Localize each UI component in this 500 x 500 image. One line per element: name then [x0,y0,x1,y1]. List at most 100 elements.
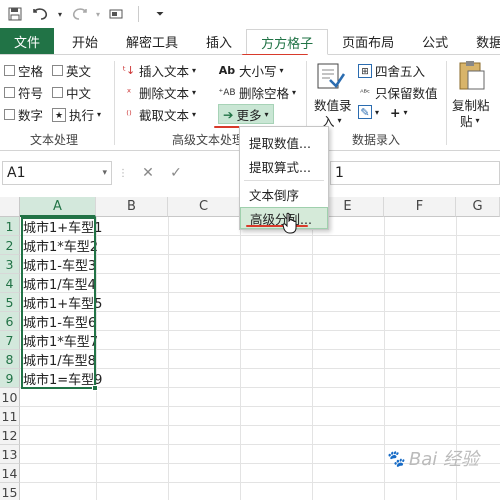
column-header-f[interactable]: F [384,197,456,217]
redo-dropdown-icon[interactable]: ▾ [94,3,102,25]
checkbox-box [52,87,63,98]
chevron-down-icon: ▾ [97,110,102,119]
row-header[interactable]: 5 [0,293,20,312]
row-header[interactable]: 13 [0,445,20,464]
fill-handle[interactable] [92,385,98,391]
gridline [20,406,500,407]
checkbox-english-label: 英文 [66,64,92,79]
checkbox-english[interactable]: 英文 [52,61,91,80]
extract-text-button[interactable]: ⁽⁾ 截取文本 ▾ [122,105,196,124]
checkbox-chinese[interactable]: 中文 [52,83,91,102]
delete-space-label: 删除空格 [239,86,290,101]
chevron-down-icon: ▾ [192,88,197,97]
gridline [168,217,169,500]
formula-bar-dots-icon: ⋮ [118,167,128,179]
checkbox-box [4,109,15,120]
column-header-a[interactable]: A [20,197,96,217]
row-header[interactable]: 3 [0,255,20,274]
gridline [20,425,500,426]
watermark-text: Bai 经验 [408,449,480,470]
insert-text-label: 插入文本 [139,64,190,79]
checkbox-number[interactable]: 数字 [4,105,43,124]
row-header[interactable]: 10 [0,388,20,407]
save-icon[interactable] [4,3,26,25]
row-header[interactable]: 8 [0,350,20,369]
mouse-cursor-icon [282,212,298,234]
tab-fangfang-grid[interactable]: 方方格子 [246,29,329,55]
row-header[interactable]: 6 [0,312,20,331]
row-header[interactable]: 2 [0,236,20,255]
row-header[interactable]: 15 [0,483,20,500]
execute-button[interactable]: ★ 执行 ▾ [52,105,101,124]
menu-separator [244,180,324,181]
chevron-down-icon: ▾ [264,109,269,119]
keep-value-button[interactable]: ᴬᴮᶜ 只保留数值 [358,83,437,102]
checkbox-chinese-label: 中文 [66,86,92,101]
edit-icon: ✎ [358,105,372,119]
tab-data[interactable]: 数据 [462,28,500,54]
column-header-b[interactable]: B [96,197,168,217]
row-header[interactable]: 11 [0,407,20,426]
row-header[interactable]: 14 [0,464,20,483]
row-header[interactable]: 1 [0,217,20,236]
round-button[interactable]: ⊞ 四舍五入 [358,61,425,80]
chevron-down-icon: ▾ [192,110,197,119]
watermark: 🐾 Bai 经验 [385,445,479,471]
select-all-corner[interactable] [0,197,20,217]
tab-formulas[interactable]: 公式 [408,28,462,54]
row-header[interactable]: 9 [0,369,20,388]
menu-item-extract-formula[interactable]: 提取算式... [240,155,328,177]
checkbox-number-label: 数字 [18,108,44,123]
ribbon-tabs: 文件 开始 解密工具 插入 方方格子 页面布局 公式 数据 [0,28,500,55]
chevron-down-icon: ▾ [375,107,380,117]
clipboard-icon[interactable] [456,59,486,91]
spreadsheet-grid[interactable]: A B C D E F G 1 2 3 4 5 6 7 8 9 10 11 12… [0,197,500,500]
checkbox-symbol[interactable]: 符号 [4,83,43,102]
delete-text-label: 删除文本 [139,86,190,101]
case-button[interactable]: Ab 大小写 ▾ [218,61,284,80]
plus-label: + [390,105,401,120]
redo-icon[interactable] [68,3,90,25]
group-label-data-entry: 数据录入 [352,133,401,147]
tab-insert[interactable]: 插入 [192,28,246,54]
row-header[interactable]: 4 [0,274,20,293]
column-header-c[interactable]: C [168,197,240,217]
gridline [20,482,500,483]
tab-page-layout[interactable]: 页面布局 [328,28,408,54]
spreadsheet-app: ▾ ▾ ⏷ 文件 开始 解密工具 插入 方方格子 页面布局 公式 数据 空格 英… [0,0,500,500]
undo-icon[interactable] [30,3,52,25]
delete-text-icon: ˣ [126,85,132,99]
tab-decrypt-tools[interactable]: 解密工具 [112,28,192,54]
round-label: 四舍五入 [375,64,426,79]
more-commands-icon[interactable]: ⏷ [149,3,171,25]
formula-value: 1 [335,165,344,181]
formula-input[interactable]: 1 [330,161,500,185]
extract-text-icon: ⁽⁾ [126,107,132,121]
copy-paste-label-line2[interactable]: 贴 ▾ [460,111,480,130]
value-entry-icon[interactable] [314,59,354,93]
more-button[interactable]: ➔ 更多 ▾ [218,104,274,124]
gridline [312,217,313,500]
insert-text-button[interactable]: ᵗ↓ 插入文本 ▾ [122,61,196,80]
edit-button[interactable]: ✎ ▾ [358,105,379,119]
delete-space-button[interactable]: ⁺AB 删除空格 ▾ [218,83,296,102]
column-header-g[interactable]: G [456,197,500,217]
tab-home[interactable]: 开始 [58,28,112,54]
checkbox-space[interactable]: 空格 [4,61,43,80]
menu-item-extract-value[interactable]: 提取数值... [240,131,328,153]
undo-dropdown-icon[interactable]: ▾ [56,3,64,25]
customize-icon[interactable] [106,3,128,25]
checkbox-symbol-label: 符号 [18,86,44,101]
extract-text-label: 截取文本 [139,108,190,123]
row-header[interactable]: 7 [0,331,20,350]
chevron-down-icon: ▾ [292,88,297,97]
name-box[interactable]: A1 ▾ [2,161,112,185]
row-header[interactable]: 12 [0,426,20,445]
tab-file[interactable]: 文件 [0,28,55,54]
plus-button[interactable]: + ▾ [390,105,408,120]
delete-text-button[interactable]: ˣ 删除文本 ▾ [122,83,196,102]
menu-item-reverse-text[interactable]: 文本倒序 [240,183,328,205]
cancel-icon[interactable]: ✕ [134,165,162,181]
group-label-advanced-text: 高级文本处理 [172,133,245,147]
enter-icon[interactable]: ✓ [162,165,190,181]
